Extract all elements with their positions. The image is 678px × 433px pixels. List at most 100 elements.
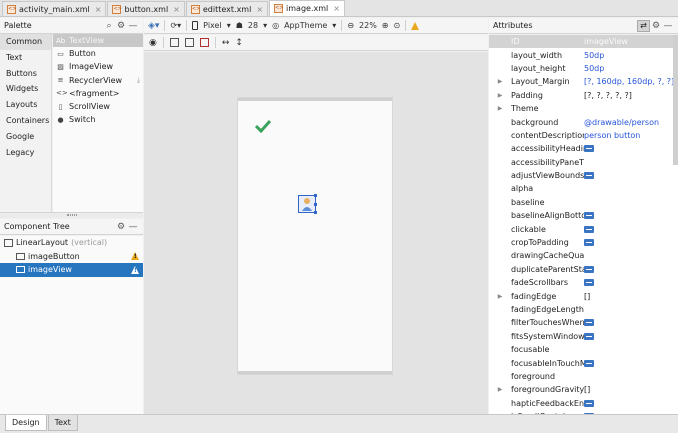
palette-item-scrollview[interactable]: ▯ ScrollView <box>53 100 143 113</box>
attribute-row[interactable]: layout_width 50dp <box>489 48 678 61</box>
panel-splitter[interactable] <box>0 212 143 218</box>
attribute-row[interactable]: ▶ foregroundGravity[] <box>489 383 678 396</box>
checkbox-field[interactable] <box>584 279 594 287</box>
attribute-value[interactable]: @drawable/person <box>584 118 678 127</box>
checkbox-field[interactable] <box>584 359 594 367</box>
attribute-value[interactable]: imageView <box>584 37 678 46</box>
zoom-out-icon[interactable]: ⊖ <box>347 21 354 30</box>
expand-arrow-icon[interactable]: ▶ <box>489 78 511 85</box>
warning-icon[interactable]: ! <box>131 252 139 261</box>
attribute-row[interactable]: alpha <box>489 182 678 195</box>
device-selector[interactable]: Pixel <box>203 21 222 30</box>
gear-icon[interactable]: ⚙ <box>115 21 127 31</box>
attribute-row[interactable]: filterTouchesWhenObscured <box>489 316 678 329</box>
category-buttons[interactable]: Buttons <box>0 66 51 82</box>
zoom-in-icon[interactable]: ⊕ <box>382 21 389 30</box>
attribute-value[interactable]: [] <box>584 292 678 301</box>
attribute-row[interactable]: fadingEdgeLength <box>489 303 678 316</box>
tab-activity-main[interactable]: <> activity_main.xml × <box>2 1 107 16</box>
checkbox-field[interactable] <box>584 265 594 273</box>
palette-item-button[interactable]: ▭ Button <box>53 47 143 60</box>
attribute-value[interactable]: [?, ?, ?, ?, ?] <box>584 91 678 100</box>
tree-node-imageview[interactable]: imageView ! <box>0 263 143 277</box>
expand-arrow-icon[interactable]: ▶ <box>489 92 511 99</box>
attribute-row[interactable]: foreground <box>489 370 678 383</box>
checkbox-field[interactable] <box>584 212 594 220</box>
close-tab-icon[interactable]: × <box>333 4 340 13</box>
theme-selector[interactable]: AppTheme <box>284 21 327 30</box>
category-common[interactable]: Common <box>0 34 51 50</box>
category-google[interactable]: Google <box>0 129 51 145</box>
attribute-row[interactable]: accessibilityPaneTitle <box>489 156 678 169</box>
tab-design[interactable]: Design <box>5 415 47 431</box>
attribute-row[interactable]: ▶ fadingEdge [] <box>489 289 678 302</box>
checkbox-field[interactable] <box>584 145 594 153</box>
attribute-row[interactable]: duplicateParentState <box>489 263 678 276</box>
warning-icon[interactable]: ! <box>131 265 139 274</box>
blueprint-view-icon[interactable] <box>184 38 194 47</box>
attribute-row[interactable]: background @drawable/person <box>489 115 678 128</box>
attribute-row[interactable]: fadeScrollbars <box>489 276 678 289</box>
attribute-row[interactable]: hapticFeedbackEnabled <box>489 397 678 410</box>
chevron-down-icon[interactable]: ▾ <box>227 21 231 30</box>
expand-arrow-icon[interactable]: ▶ <box>489 105 511 112</box>
checkbox-field[interactable] <box>584 332 594 340</box>
tab-text[interactable]: Text <box>47 415 78 431</box>
close-tab-icon[interactable]: × <box>95 5 102 14</box>
design-view-icon[interactable] <box>169 38 179 47</box>
attribute-value[interactable]: 50dp <box>584 51 678 60</box>
checkbox-field[interactable] <box>584 239 594 247</box>
resize-handle[interactable] <box>314 194 317 197</box>
close-tab-icon[interactable]: × <box>256 5 263 14</box>
attribute-row[interactable]: ▶ Padding [?, ?, ?, ?, ?] <box>489 89 678 102</box>
checkbox-field[interactable] <box>584 225 594 233</box>
attribute-row[interactable]: adjustViewBounds <box>489 169 678 182</box>
tree-node-imagebutton[interactable]: imageButton ! <box>0 250 143 264</box>
attribute-row[interactable]: focusableInTouchMode <box>489 356 678 369</box>
expand-vertical-icon[interactable]: ↕ <box>235 38 243 48</box>
attributes-scrollbar[interactable] <box>673 35 678 165</box>
category-widgets[interactable]: Widgets <box>0 81 51 97</box>
search-icon[interactable]: ⌕ <box>103 21 115 31</box>
category-text[interactable]: Text <box>0 50 51 66</box>
design-canvas[interactable] <box>144 52 488 414</box>
attribute-row[interactable]: ▶ Theme <box>489 102 678 115</box>
palette-item-recyclerview[interactable]: ≡ RecyclerView ⤓ <box>53 74 143 87</box>
zoom-fit-icon[interactable]: ⊙ <box>394 21 401 30</box>
tab-edittext[interactable]: <> edittext.xml × <box>185 1 269 16</box>
resize-handle[interactable] <box>314 203 317 206</box>
checkbox-field[interactable] <box>584 399 594 407</box>
category-containers[interactable]: Containers <box>0 113 51 129</box>
attribute-value[interactable]: person button <box>584 131 678 140</box>
gear-icon[interactable]: ⚙ <box>650 21 662 31</box>
tab-button[interactable]: <> button.xml × <box>107 1 185 16</box>
device-preview[interactable] <box>238 98 392 374</box>
constraints-view-icon[interactable] <box>199 38 209 47</box>
palette-item-fragment[interactable]: <> <fragment> <box>53 87 143 100</box>
attribute-row[interactable]: ▶ Layout_Margin [?, 160dp, 160dp, ?, ?] <box>489 75 678 88</box>
minimize-icon[interactable]: — <box>662 21 674 31</box>
expand-arrow-icon[interactable]: ▶ <box>489 293 511 300</box>
swap-view-icon[interactable]: ⇄ <box>637 19 650 32</box>
minimize-icon[interactable]: — <box>127 222 139 232</box>
expand-horizontal-icon[interactable]: ↔ <box>222 38 230 48</box>
minimize-icon[interactable]: — <box>127 21 139 31</box>
drag-grip-icon[interactable] <box>67 214 77 216</box>
attribute-row[interactable]: layout_height 50dp <box>489 62 678 75</box>
attribute-row[interactable]: ID imageView <box>489 35 678 49</box>
api-level-selector[interactable]: 28 <box>248 21 258 30</box>
selected-imageview[interactable] <box>298 194 317 214</box>
attribute-row[interactable]: drawingCacheQuality <box>489 249 678 262</box>
tree-node-linearlayout[interactable]: LinearLayout (vertical) <box>0 236 143 250</box>
attribute-row[interactable]: cropToPadding <box>489 236 678 249</box>
checkmark-icon[interactable] <box>254 119 272 133</box>
chevron-down-icon[interactable]: ▾ <box>332 21 336 30</box>
chevron-down-icon[interactable]: ▾ <box>263 21 267 30</box>
attribute-row[interactable]: baseline <box>489 196 678 209</box>
checkbox-field[interactable] <box>584 319 594 327</box>
attribute-value[interactable]: [?, 160dp, 160dp, ?, ?] <box>584 77 678 86</box>
attribute-row[interactable]: focusable <box>489 343 678 356</box>
attribute-row[interactable]: accessibilityHeading <box>489 142 678 155</box>
gear-icon[interactable]: ⚙ <box>115 222 127 232</box>
tab-image[interactable]: <> image.xml × <box>269 0 345 16</box>
